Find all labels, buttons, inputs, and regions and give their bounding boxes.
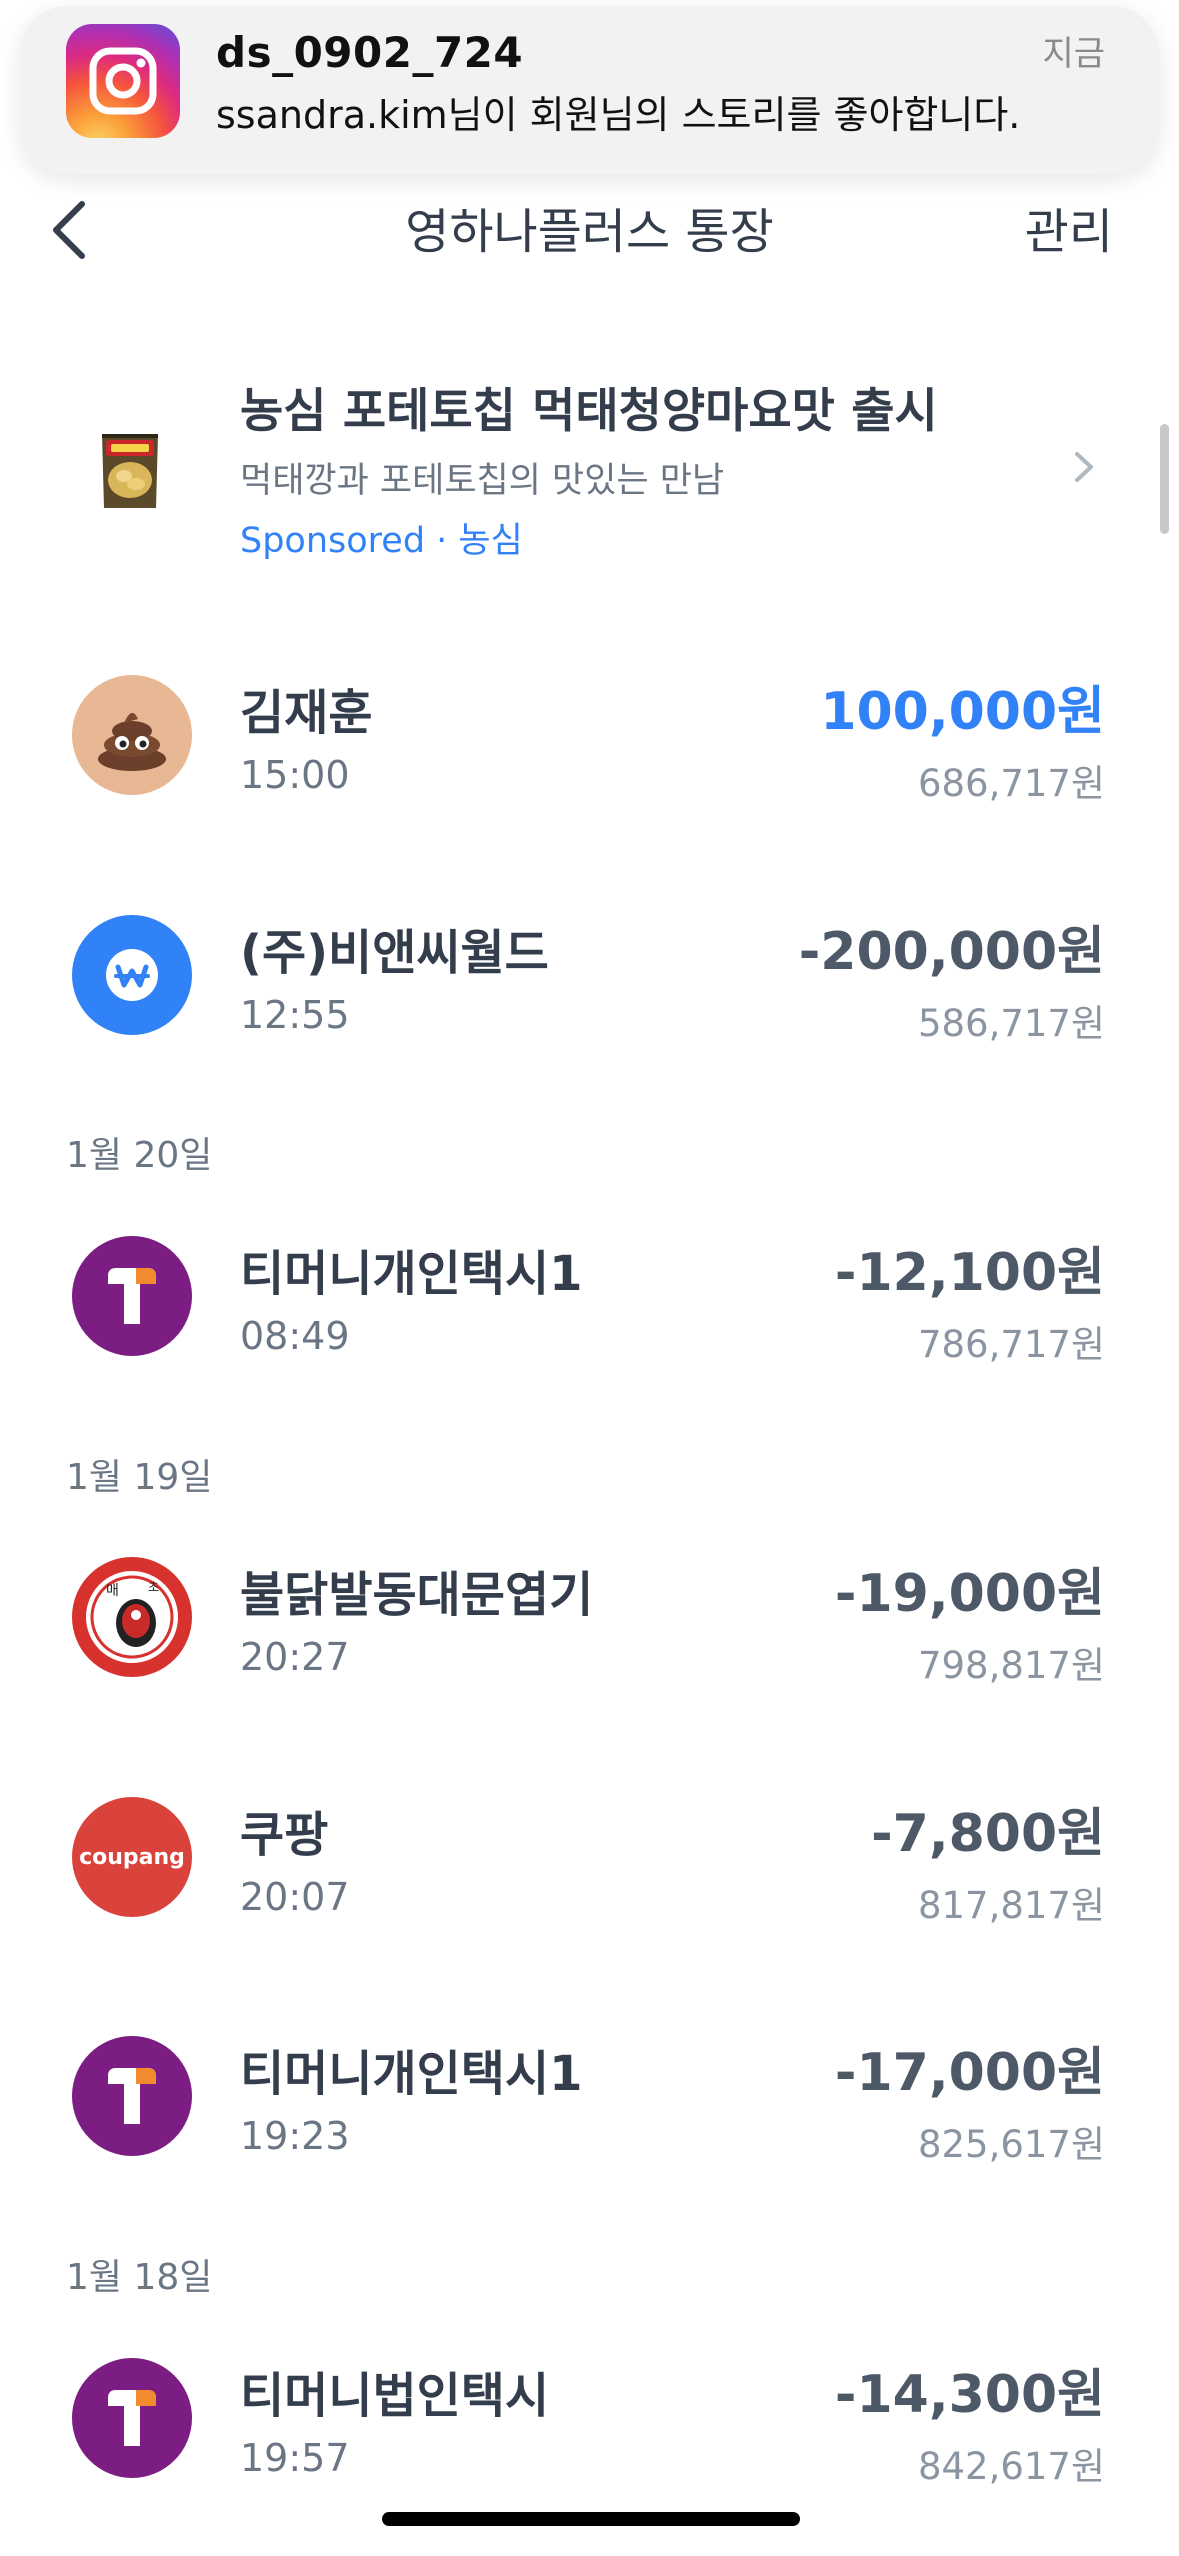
transaction-time: 20:07 — [240, 1875, 350, 1919]
tmoney-icon — [72, 2358, 192, 2478]
transaction-time: 20:27 — [240, 1635, 350, 1679]
transaction-row[interactable]: 티머니개인택시1 19:23 -17,000원 825,617원 — [0, 2036, 1179, 2186]
date-header: 1월 20일 — [66, 1135, 213, 1176]
instagram-notification-banner[interactable]: ds_0902_724 지금 ssandra.kim님이 회원님의 스토리를 좋… — [20, 6, 1159, 174]
transaction-name: 티머니개인택시1 — [240, 2046, 583, 2102]
transaction-row[interactable]: 티머니법인택시 19:57 -14,300원 842,617원 — [0, 2358, 1179, 2508]
transaction-balance: 586,717원 — [917, 1002, 1105, 1045]
svg-text:초: 초 — [148, 1580, 159, 1594]
date-header: 1월 19일 — [66, 1457, 213, 1498]
ad-title: 농심 포테토칩 먹태청양마요맛 출시 — [240, 384, 938, 439]
transaction-time: 08:49 — [240, 1314, 350, 1358]
sponsored-ad[interactable]: 농심 포테토칩 먹태청양마요맛 출시 먹태깡과 포테토칩의 맛있는 만남 Spo… — [0, 360, 1179, 570]
manage-button[interactable]: 관리 — [1025, 192, 1113, 262]
transaction-amount: -7,800원 — [871, 1804, 1105, 1864]
transaction-row[interactable]: 티머니개인택시1 08:49 -12,100원 786,717원 — [0, 1236, 1179, 1386]
transaction-time: 12:55 — [240, 993, 350, 1037]
transaction-balance: 817,817원 — [917, 1884, 1105, 1927]
notification-title: ds_0902_724 — [216, 28, 524, 77]
snack-bag-thumbnail — [98, 430, 162, 512]
transaction-balance: 686,717원 — [917, 762, 1105, 805]
transaction-name: 티머니법인택시 — [240, 2368, 550, 2424]
home-indicator[interactable] — [382, 2512, 800, 2526]
transaction-balance: 842,617원 — [917, 2445, 1105, 2488]
tmoney-icon — [72, 1236, 192, 1356]
transaction-name: 티머니개인택시1 — [240, 1246, 583, 1302]
transaction-row[interactable]: coupang 쿠팡 20:07 -7,800원 817,817원 — [0, 1797, 1179, 1947]
transaction-name: 김재훈 — [240, 685, 373, 741]
transaction-name: 불닭발동대문엽기 — [240, 1567, 594, 1623]
transaction-time: 15:00 — [240, 753, 350, 797]
transaction-amount: -200,000원 — [798, 922, 1105, 982]
transaction-row[interactable]: 김재훈 15:00 100,000원 686,717원 — [0, 675, 1179, 825]
instagram-icon — [66, 24, 180, 138]
transaction-amount: -19,000원 — [834, 1564, 1105, 1624]
page-title: 영하나플러스 통장 — [405, 204, 774, 260]
ad-subtitle: 먹태깡과 포테토칩의 맛있는 만남 — [240, 461, 725, 501]
transaction-amount: 100,000원 — [820, 682, 1105, 742]
svg-text:매: 매 — [106, 1583, 119, 1599]
date-header: 1월 18일 — [66, 2257, 213, 2298]
poop-emoji-avatar — [72, 675, 192, 795]
transaction-amount: -14,300원 — [834, 2365, 1105, 2425]
transaction-amount: -12,100원 — [834, 1243, 1105, 1303]
transaction-name: 쿠팡 — [240, 1807, 329, 1863]
transaction-time: 19:57 — [240, 2436, 350, 2480]
transaction-history-screen: ds_0902_724 지금 ssandra.kim님이 회원님의 스토리를 좋… — [0, 0, 1179, 2556]
notification-time: 지금 — [1042, 34, 1105, 74]
transaction-row[interactable]: 매 초 불닭발동대문엽기 20:27 -19,000원 798,817원 — [0, 1557, 1179, 1707]
transaction-row[interactable]: (주)비앤씨월드 12:55 -200,000원 586,717원 — [0, 915, 1179, 1065]
transaction-name: (주)비앤씨월드 — [240, 925, 549, 981]
ad-sponsored-label: Sponsored · 농심 — [240, 521, 523, 561]
transaction-time: 19:23 — [240, 2114, 350, 2158]
transaction-amount: -17,000원 — [834, 2043, 1105, 2103]
restaurant-logo-icon: 매 초 — [72, 1557, 192, 1677]
transaction-balance: 798,817원 — [917, 1644, 1105, 1687]
chevron-right-icon — [1069, 442, 1099, 492]
transaction-balance: 825,617원 — [917, 2123, 1105, 2166]
notification-body: ssandra.kim님이 회원님의 스토리를 좋아합니다. — [216, 93, 1021, 137]
won-icon — [72, 915, 192, 1035]
coupang-logo: coupang — [72, 1797, 192, 1917]
tmoney-icon — [72, 2036, 192, 2156]
transaction-balance: 786,717원 — [917, 1323, 1105, 1366]
coupang-logo-text: coupang — [79, 1844, 185, 1870]
